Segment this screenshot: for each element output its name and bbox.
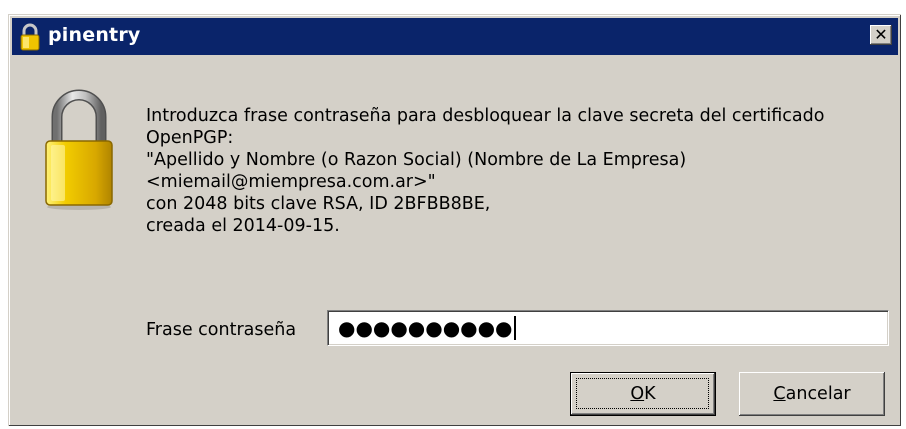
- passphrase-masked-value: ●●●●●●●●●●: [338, 316, 516, 340]
- message-line: creada el 2014-09-15.: [146, 216, 340, 236]
- prompt-message: Introduzca frase contraseña para desbloq…: [146, 105, 824, 237]
- ok-button[interactable]: OK: [570, 372, 716, 416]
- cancel-label-rest: ancelar: [785, 384, 851, 404]
- close-icon: ✕: [874, 25, 888, 44]
- message-line: OpenPGP:: [146, 128, 234, 148]
- masked-characters: ●●●●●●●●●●: [338, 316, 513, 340]
- window-title: pinentry: [48, 24, 141, 46]
- cancel-button[interactable]: Cancelar: [739, 372, 885, 416]
- passphrase-input[interactable]: ●●●●●●●●●●: [327, 310, 889, 346]
- message-line: <miemail@miempresa.com.ar>": [146, 172, 436, 192]
- close-button[interactable]: ✕: [870, 25, 892, 45]
- text-caret: [513, 316, 516, 340]
- padlock-icon: [20, 23, 40, 51]
- message-line: con 2048 bits clave RSA, ID 2BFBB8BE,: [146, 194, 491, 214]
- pinentry-dialog: pinentry ✕ Introduzca frase contraseña p…: [8, 14, 901, 426]
- message-line: "Apellido y Nombre (o Razon Social) (Nom…: [146, 150, 687, 170]
- padlock-icon: [45, 89, 113, 210]
- cancel-button-label: Cancelar: [773, 384, 850, 404]
- passphrase-label: Frase contraseña: [146, 320, 297, 340]
- title-bar[interactable]: pinentry ✕: [12, 18, 898, 55]
- focus-ring: [576, 378, 709, 409]
- message-line: Introduzca frase contraseña para desbloq…: [146, 106, 825, 126]
- cancel-accelerator: C: [773, 384, 786, 404]
